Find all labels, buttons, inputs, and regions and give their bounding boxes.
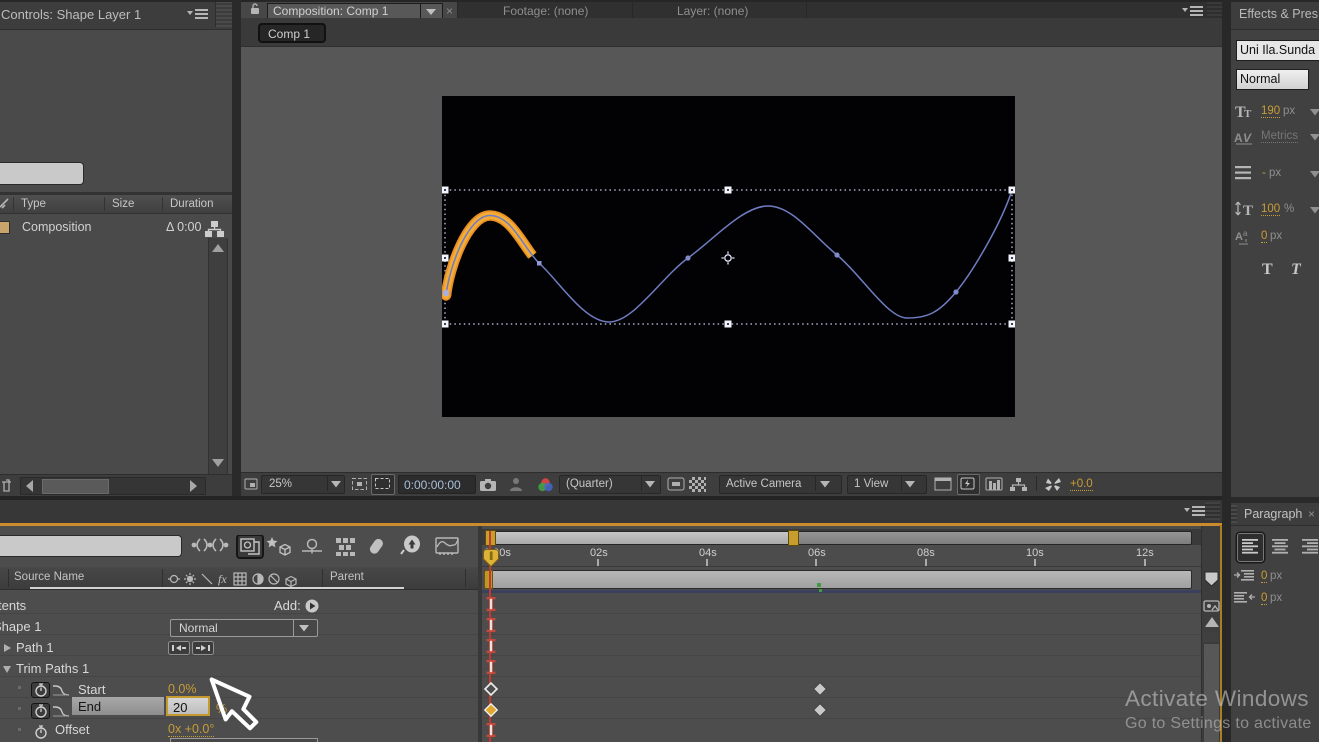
svg-text:T: T (1243, 203, 1253, 218)
svg-text:V: V (1243, 131, 1252, 145)
svg-text:fx: fx (218, 572, 227, 586)
svg-text:T: T (1244, 108, 1252, 120)
svg-text:a: a (1243, 229, 1248, 238)
svg-text:A: A (1234, 131, 1243, 145)
svg-text:A: A (1235, 231, 1243, 243)
